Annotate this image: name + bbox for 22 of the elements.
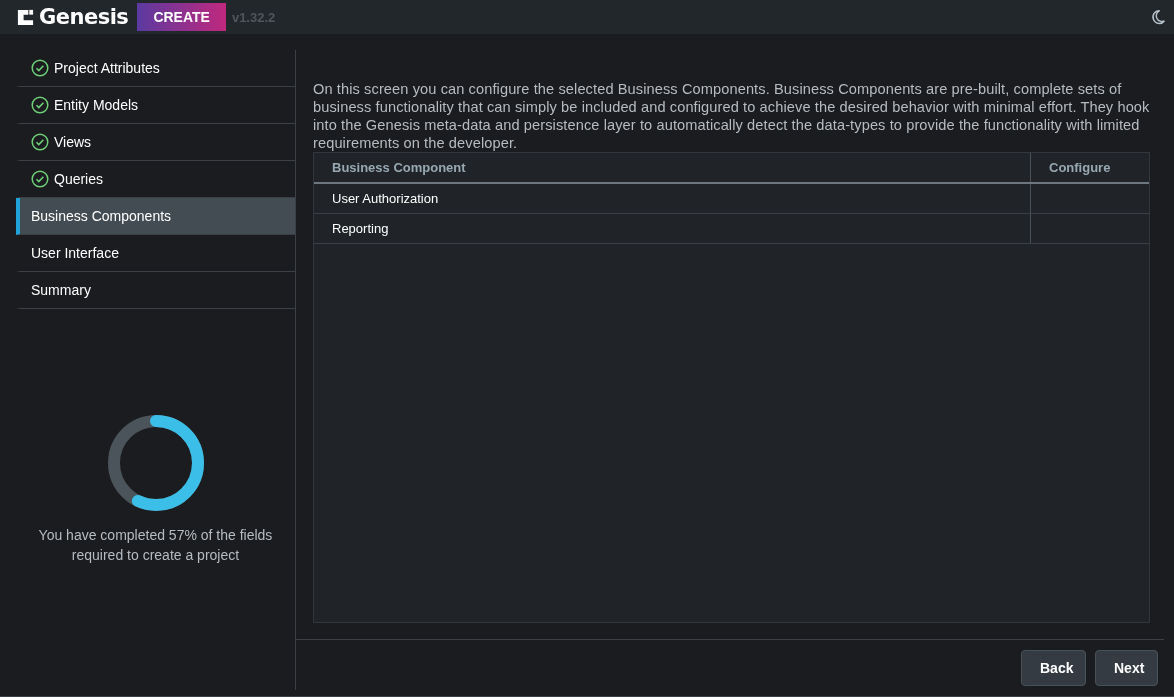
description-text: On this screen you can configure the selected Business Components. Business Components are pre-built, complete sets of business functionality that can simply be included and configured to achieve the desired behavior with minimal effort. They hook into the Genesis meta-data and persistence layer to automatically detect the data-types to provide the functionality with limited requirements on the developer.: [313, 80, 1151, 152]
mode-badge: CREATE: [137, 3, 226, 31]
wizard-step[interactable]: User Interface: [16, 235, 295, 272]
table-cell: Reporting: [314, 214, 1031, 243]
check-circle-icon: [31, 59, 49, 77]
next-button[interactable]: Next: [1095, 650, 1158, 686]
wizard-step[interactable]: Project Attributes: [16, 50, 295, 87]
column-header[interactable]: Business Component: [314, 153, 1031, 182]
moon-icon[interactable]: [1150, 8, 1166, 26]
back-button[interactable]: Back: [1021, 650, 1086, 686]
app-logo: Genesis: [39, 5, 129, 29]
check-circle-icon: [31, 170, 49, 188]
check-circle-icon: [31, 133, 49, 151]
check-circle-icon: [31, 96, 49, 114]
column-header[interactable]: Configure: [1031, 153, 1149, 182]
progress-text: You have completed 57% of the fields required to create a project: [37, 526, 274, 565]
logo-icon: [16, 7, 35, 27]
wizard-step[interactable]: Views: [16, 124, 295, 161]
wizard-step[interactable]: Summary: [16, 272, 295, 309]
wizard-step[interactable]: Business Components: [16, 198, 295, 235]
wizard-step[interactable]: Entity Models: [16, 87, 295, 124]
table-cell: User Authorization: [314, 184, 1031, 213]
